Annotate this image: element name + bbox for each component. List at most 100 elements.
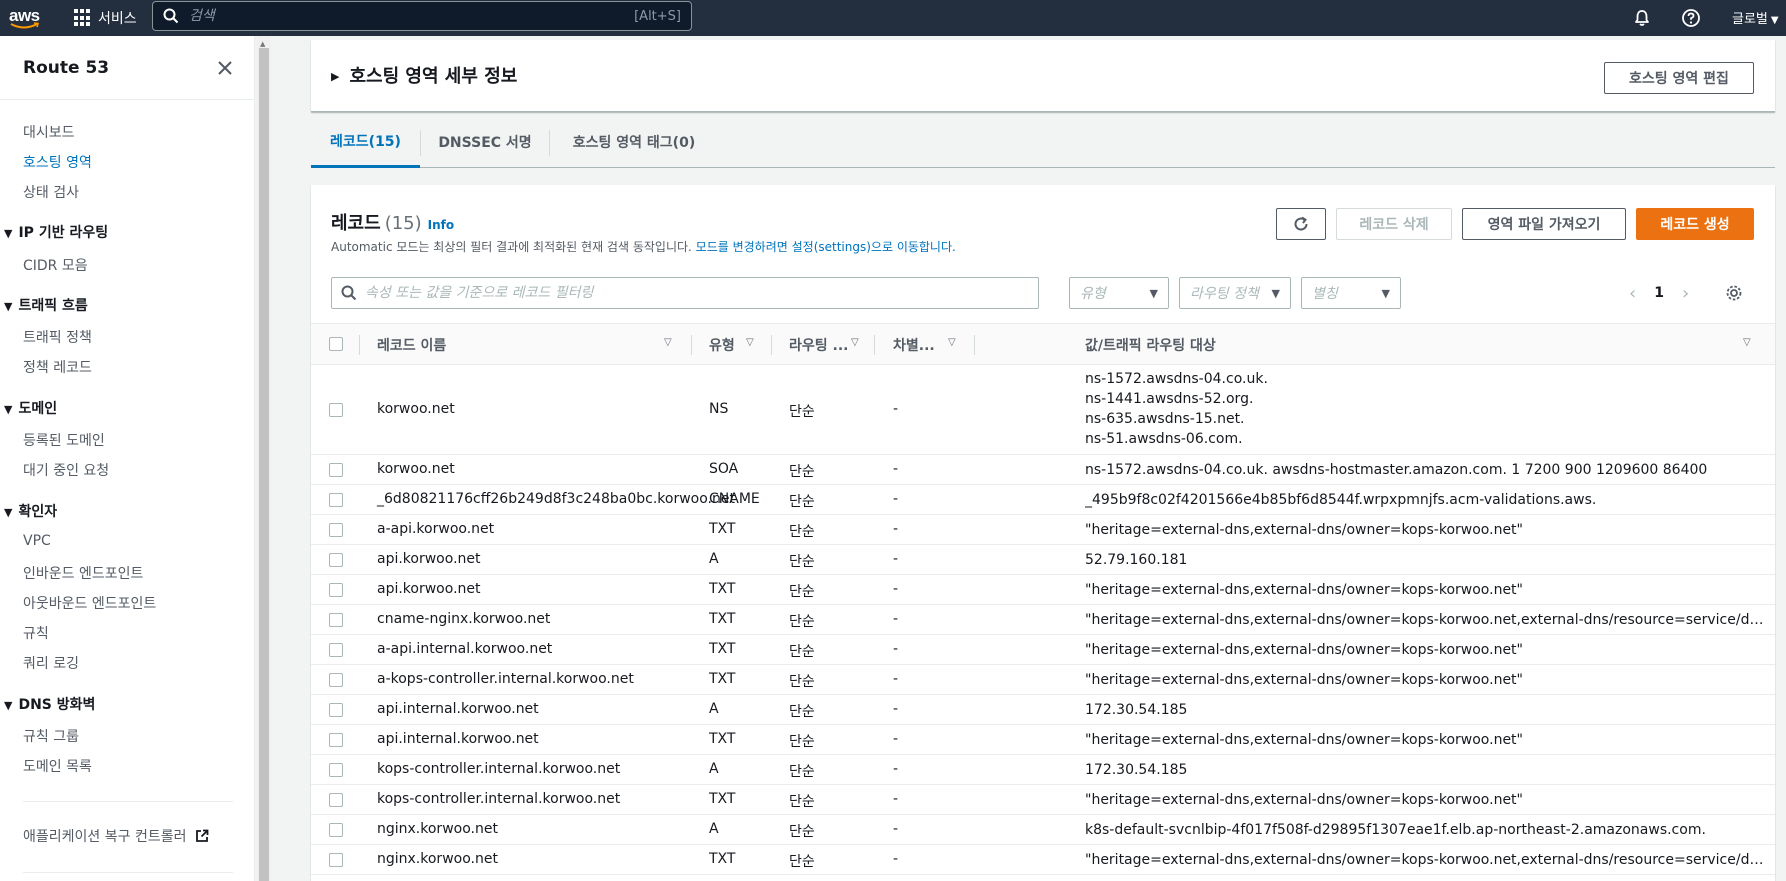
tab-records[interactable]: 레코드(15)	[311, 116, 420, 168]
import-zone-file-button[interactable]: 영역 파일 가져오기	[1462, 208, 1626, 240]
table-row[interactable]: api.internal.korwoo.net A 단순 - 172.30.54.185	[311, 695, 1775, 725]
record-name[interactable]: nginx.korwoo.net	[377, 851, 498, 867]
record-name[interactable]: api.korwoo.net	[377, 581, 481, 597]
record-name[interactable]: nginx.korwoo.net	[377, 821, 498, 837]
sidebar-section-traffic-flow[interactable]: ▼ 트래픽 흐름	[4, 295, 88, 315]
table-row[interactable]: kops-controller.internal.korwoo.net TXT 단순…	[311, 785, 1775, 815]
hosted-zone-details-toggle[interactable]: ▶ 호스팅 영역 세부 정보	[331, 62, 517, 88]
record-name[interactable]: korwoo.net	[377, 401, 455, 417]
sidebar-item-rules[interactable]: 규칙	[23, 623, 49, 643]
sidebar-item-traffic-policies[interactable]: 트래픽 정책	[23, 327, 92, 347]
table-row[interactable]: korwoo.net SOA 단순 - ns-1572.awsdns-04.co.uk.…	[311, 455, 1775, 485]
table-row[interactable]: api.korwoo.net A 단순 - 52.79.160.181	[311, 545, 1775, 575]
column-header-record-name[interactable]: 레코드 이름	[377, 324, 446, 366]
gear-icon[interactable]	[1725, 284, 1743, 302]
row-checkbox[interactable]	[329, 553, 343, 567]
row-checkbox[interactable]	[329, 763, 343, 777]
settings-link[interactable]: 모드를 변경하려면 설정(settings)으로 이동합니다.	[696, 240, 956, 254]
bell-icon[interactable]	[1632, 8, 1652, 28]
create-record-button[interactable]: 레코드 생성	[1636, 208, 1754, 240]
sidebar-item-policy-records[interactable]: 정책 레코드	[23, 357, 92, 377]
row-checkbox[interactable]	[329, 643, 343, 657]
type-filter-select[interactable]: 유형 ▼	[1069, 277, 1169, 309]
aws-logo[interactable]: aws	[8, 4, 44, 32]
close-icon[interactable]	[216, 59, 234, 77]
routing-policy-filter-select[interactable]: 라우팅 정책 ▼	[1179, 277, 1291, 309]
sidebar-item-registered-domains[interactable]: 등록된 도메인	[23, 430, 105, 450]
sidebar-item-hosted-zones[interactable]: 호스팅 영역	[23, 152, 92, 172]
sidebar-item-query-logging[interactable]: 쿼리 로깅	[23, 653, 79, 673]
sidebar-item-dashboard[interactable]: 대시보드	[23, 122, 75, 142]
sidebar-section-domains[interactable]: ▼ 도메인	[4, 398, 57, 418]
sidebar-item-outbound-endpoints[interactable]: 아웃바운드 엔드포인트	[23, 593, 156, 613]
table-row[interactable]: api.korwoo.net TXT 단순 - "heritage=external-d…	[311, 575, 1775, 605]
row-checkbox[interactable]	[329, 733, 343, 747]
chevron-right-icon[interactable]: ›	[1682, 283, 1689, 304]
sort-icon[interactable]: ▽	[746, 337, 754, 348]
table-row[interactable]: kops-controller.internal.korwoo.net A 단순 - 1…	[311, 755, 1775, 785]
sidebar-item-domain-lists[interactable]: 도메인 목록	[23, 756, 92, 776]
refresh-button[interactable]	[1276, 208, 1326, 240]
sort-icon[interactable]: ▽	[851, 337, 859, 348]
row-checkbox[interactable]	[329, 703, 343, 717]
tab-dnssec-signing[interactable]: DNSSEC 서명	[421, 116, 549, 168]
sidebar-item-health-checks[interactable]: 상태 검사	[23, 182, 79, 202]
sidebar-item-vpcs[interactable]: VPC	[23, 533, 51, 549]
table-row[interactable]: cname-nginx.korwoo.net TXT 단순 - "heritage=ex…	[311, 605, 1775, 635]
chevron-left-icon[interactable]: ‹	[1629, 283, 1636, 304]
record-name[interactable]: api.internal.korwoo.net	[377, 701, 539, 717]
sidebar-section-dns-firewall[interactable]: ▼ DNS 방화벽	[4, 694, 95, 714]
column-header-differentiator[interactable]: 차별...	[893, 324, 935, 366]
record-name[interactable]: cname-nginx.korwoo.net	[377, 611, 550, 627]
table-row[interactable]: nginx.korwoo.net A 단순 - k8s-default-svcnlbip…	[311, 815, 1775, 845]
row-checkbox[interactable]	[329, 583, 343, 597]
record-name[interactable]: _6d80821176cff26b249d8f3c248ba0bc.korwoo…	[377, 491, 735, 507]
services-menu-button[interactable]: 서비스	[74, 6, 137, 30]
scroll-up-icon[interactable]: ▲	[260, 40, 265, 48]
record-name[interactable]: kops-controller.internal.korwoo.net	[377, 761, 620, 777]
row-checkbox[interactable]	[329, 463, 343, 477]
sidebar-title[interactable]: Route 53	[23, 58, 109, 78]
help-icon[interactable]	[1681, 8, 1701, 28]
records-filter-input[interactable]	[365, 285, 1038, 301]
record-name[interactable]: a-kops-controller.internal.korwoo.net	[377, 671, 634, 687]
row-checkbox[interactable]	[329, 403, 343, 417]
global-search[interactable]: [Alt+S]	[152, 1, 692, 31]
sort-icon[interactable]: ▽	[948, 337, 956, 348]
column-header-type[interactable]: 유형	[709, 324, 735, 366]
record-name[interactable]: kops-controller.internal.korwoo.net	[377, 791, 620, 807]
tab-hosted-zone-tags[interactable]: 호스팅 영역 태그(0)	[550, 116, 718, 168]
row-checkbox[interactable]	[329, 853, 343, 867]
table-row[interactable]: a-api.korwoo.net TXT 단순 - "heritage=external…	[311, 515, 1775, 545]
table-row[interactable]: api.internal.korwoo.net TXT 단순 - "heritage=e…	[311, 725, 1775, 755]
record-name[interactable]: api.korwoo.net	[377, 551, 481, 567]
column-header-routing-policy[interactable]: 라우팅 ...	[789, 324, 848, 366]
sidebar-item-rule-groups[interactable]: 규칙 그룹	[23, 726, 79, 746]
row-checkbox[interactable]	[329, 793, 343, 807]
sidebar-scrollbar-thumb[interactable]	[259, 48, 269, 881]
table-row[interactable]: nginx.korwoo.net TXT 단순 - "heritage=external…	[311, 845, 1775, 875]
search-input[interactable]	[189, 8, 635, 24]
record-name[interactable]: korwoo.net	[377, 461, 455, 477]
page-number[interactable]: 1	[1654, 285, 1664, 301]
table-row[interactable]: _6d80821176cff26b249d8f3c248ba0bc.korwoo…	[311, 485, 1775, 515]
delete-record-button[interactable]: 레코드 삭제	[1336, 208, 1452, 240]
row-checkbox[interactable]	[329, 673, 343, 687]
record-name[interactable]: a-api.korwoo.net	[377, 521, 494, 537]
region-selector[interactable]: 글로벌 ▼	[1732, 8, 1779, 27]
sort-icon[interactable]: ▽	[664, 337, 672, 348]
sidebar-section-ip-routing[interactable]: ▼ IP 기반 라우팅	[4, 222, 108, 242]
table-row[interactable]: a-kops-controller.internal.korwoo.net TXT…	[311, 665, 1775, 695]
sidebar-item-recovery-controller[interactable]: 애플리케이션 복구 컨트롤러	[23, 826, 209, 846]
alias-filter-select[interactable]: 별칭 ▼	[1301, 277, 1401, 309]
sidebar-section-resolver[interactable]: ▼ 확인자	[4, 501, 57, 521]
row-checkbox[interactable]	[329, 523, 343, 537]
records-filter[interactable]	[331, 277, 1039, 309]
sidebar-item-pending-requests[interactable]: 대기 중인 요청	[23, 460, 109, 480]
record-name[interactable]: api.internal.korwoo.net	[377, 731, 539, 747]
row-checkbox[interactable]	[329, 493, 343, 507]
row-checkbox[interactable]	[329, 823, 343, 837]
column-header-value[interactable]: 값/트래픽 라우팅 대상	[1085, 324, 1216, 366]
info-link[interactable]: Info	[428, 218, 454, 232]
select-all-checkbox[interactable]	[329, 337, 343, 351]
